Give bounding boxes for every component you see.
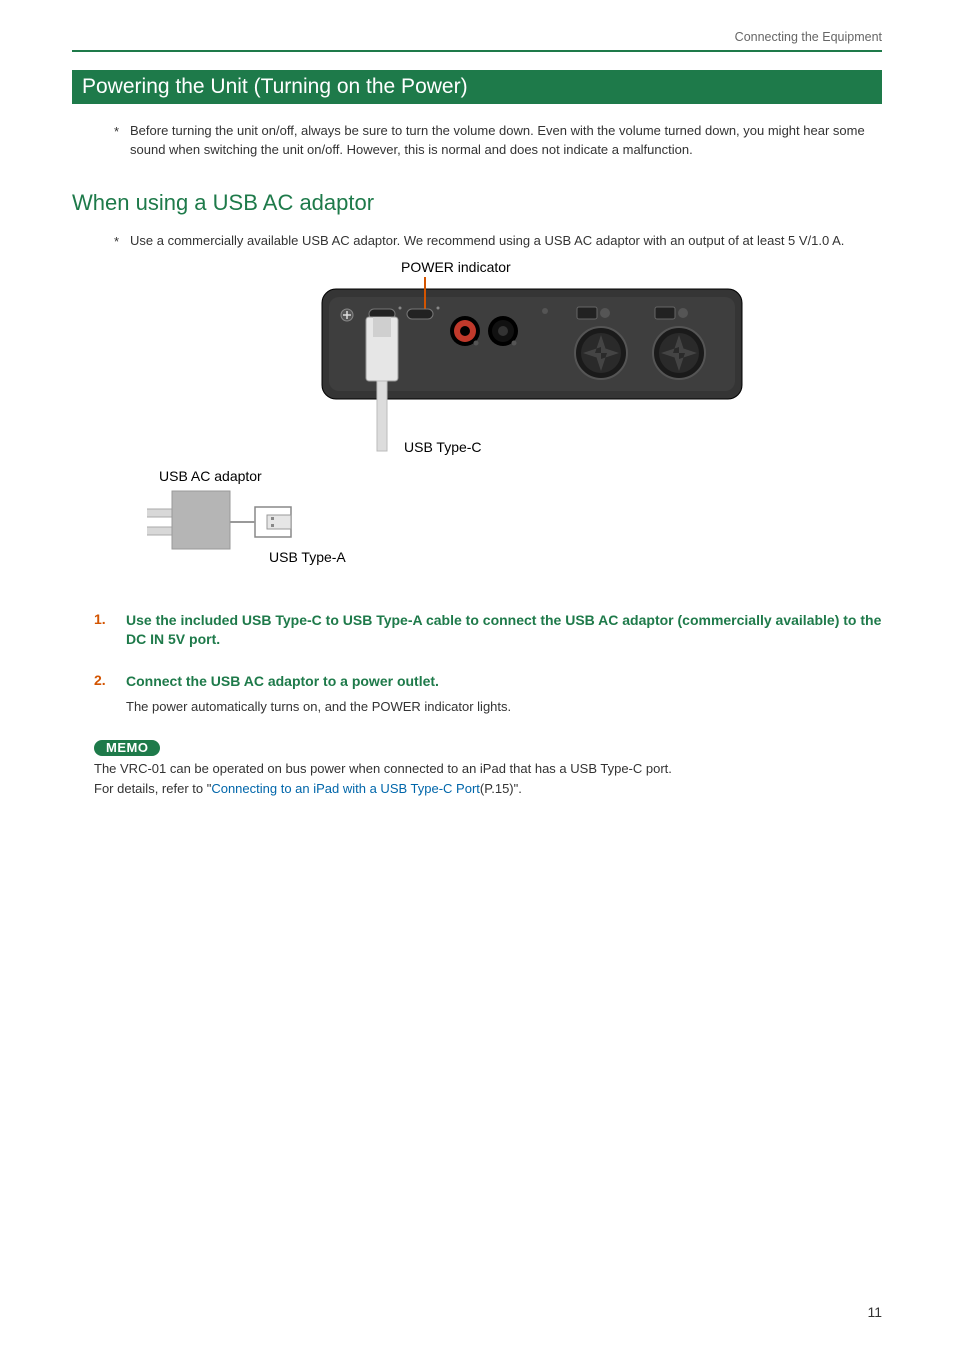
usb-type-c-label: USB Type-C <box>404 439 482 455</box>
note-item: Before turning the unit on/off, always b… <box>114 122 882 160</box>
memo-link[interactable]: Connecting to an iPad with a USB Type-C … <box>211 781 480 796</box>
memo-line1: The VRC-01 can be operated on bus power … <box>94 761 672 776</box>
connection-diagram: POWER indicator USB Type-C USB AC adapto… <box>147 261 807 571</box>
memo-badge: MEMO <box>94 740 160 756</box>
step-number: 2. <box>94 672 108 715</box>
step-text: Use the included USB Type-C to USB Type-… <box>126 611 882 650</box>
step-subtext: The power automatically turns on, and th… <box>126 699 511 714</box>
steps: 1. Use the included USB Type-C to USB Ty… <box>72 611 882 715</box>
memo-text: The VRC-01 can be operated on bus power … <box>72 759 882 798</box>
memo-line2-post: (P.15)". <box>480 781 522 796</box>
step-number: 1. <box>94 611 108 650</box>
usb-type-a-label: USB Type-A <box>269 549 346 565</box>
memo-line2-pre: For details, refer to " <box>94 781 211 796</box>
diagram-svg <box>147 261 807 571</box>
subheading: When using a USB AC adaptor <box>72 190 882 216</box>
section-heading: Powering the Unit (Turning on the Power) <box>72 70 882 104</box>
power-indicator-label: POWER indicator <box>401 259 511 275</box>
step-text: Connect the USB AC adaptor to a power ou… <box>126 672 511 692</box>
header-breadcrumb: Connecting the Equipment <box>72 30 882 52</box>
step-2: 2. Connect the USB AC adaptor to a power… <box>94 672 882 715</box>
step-1: 1. Use the included USB Type-C to USB Ty… <box>94 611 882 650</box>
section-notes: Before turning the unit on/off, always b… <box>72 122 882 160</box>
page-number: 11 <box>867 1304 882 1320</box>
note-item: Use a commercially available USB AC adap… <box>114 232 882 251</box>
usb-ac-adaptor-label: USB AC adaptor <box>159 468 262 484</box>
sub-notes: Use a commercially available USB AC adap… <box>72 232 882 251</box>
